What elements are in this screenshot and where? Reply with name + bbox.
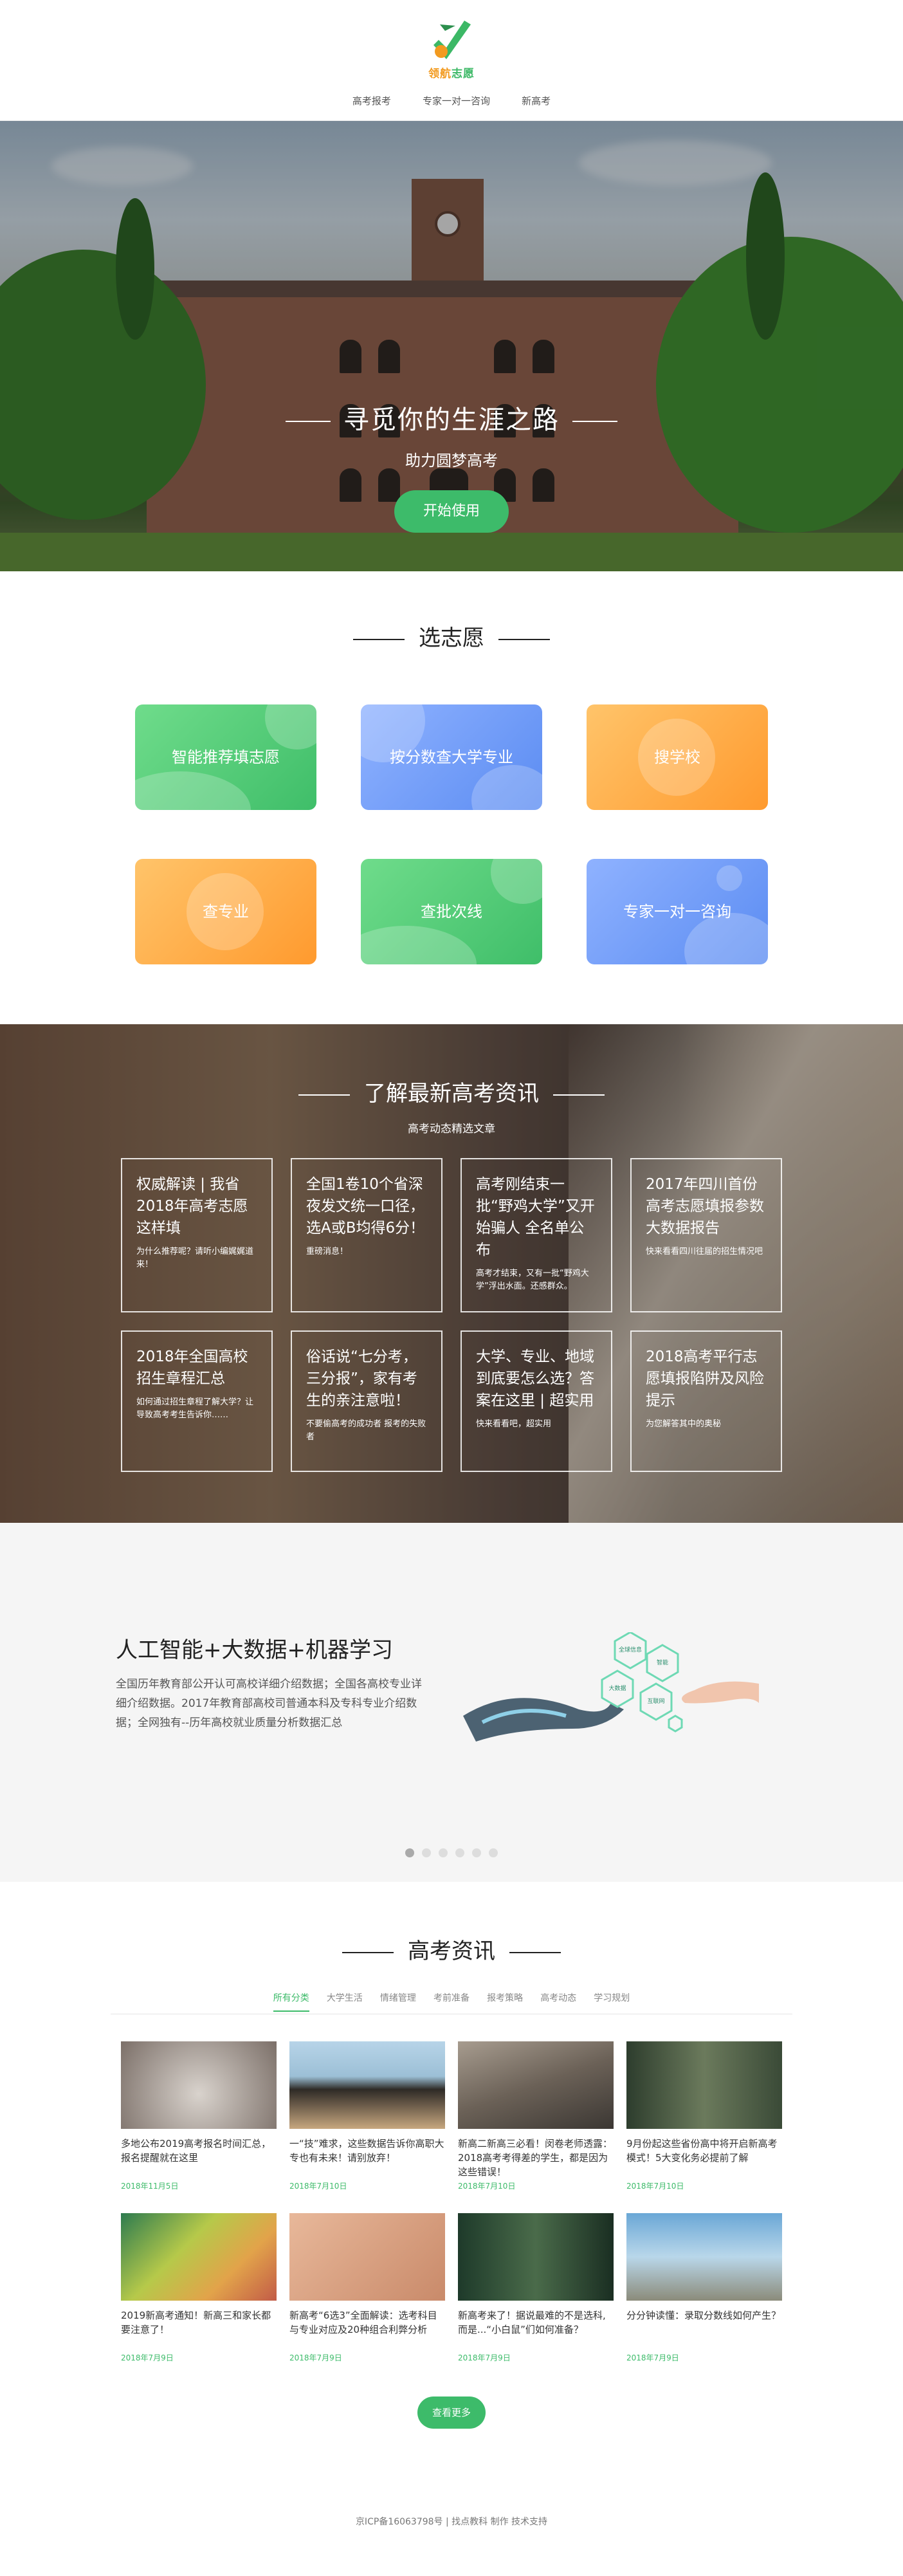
carousel-dot[interactable] — [439, 1848, 448, 1857]
news-section: 了解最新高考资讯 高考动态精选文章 权威解读 | 我省2018年高考志愿这样填为… — [0, 1024, 903, 1523]
footer-text: 京ICP备16063798号 | 找点教科 制作 技术支持 — [355, 2517, 548, 2527]
tab-news[interactable]: 高考动态 — [540, 1991, 576, 2010]
start-button[interactable]: 开始使用 — [394, 490, 509, 533]
tab-study-plan[interactable]: 学习规划 — [594, 1991, 630, 2010]
article-card[interactable]: 一“技”难求，这些数据告诉你高职大专也有未来！请别放弃！ 2018年7月10日 — [289, 2041, 445, 2191]
svg-text:互联网: 互联网 — [647, 1698, 664, 1705]
category-tabs: 所有分类 大学生活 情绪管理 考前准备 报考策略 高考动态 学习规划 — [111, 1991, 792, 2014]
footer: 京ICP备16063798号 | 找点教科 制作 技术支持 — [0, 2512, 903, 2576]
hero-banner: 寻觅你的生涯之路 助力圆梦高考 开始使用 — [0, 121, 903, 571]
article-thumbnail — [121, 2041, 277, 2129]
articles-section: 高考资讯 所有分类 大学生活 情绪管理 考前准备 报考策略 高考动态 学习规划 … — [0, 1882, 903, 2512]
tab-exam-prep[interactable]: 考前准备 — [433, 1991, 470, 2010]
logo-text: 领航志愿 — [428, 68, 475, 80]
article-card[interactable]: 分分钟读懂：录取分数线如何产生？ 2018年7月9日 — [626, 2213, 782, 2363]
article-thumbnail — [458, 2041, 614, 2129]
ai-description: 全国历年教育部公开认可高校详细介绍数据；全国各高校专业详细介绍数据。2017年教… — [116, 1678, 422, 1729]
view-more-button[interactable]: 查看更多 — [417, 2397, 486, 2429]
article-card[interactable]: 新高考来了！据说最难的不是选科,而是...“小白鼠”们如何准备？ 2018年7月9… — [458, 2213, 614, 2363]
article-thumbnail — [458, 2213, 614, 2301]
carousel-dot[interactable] — [472, 1848, 481, 1857]
carousel-dot[interactable] — [422, 1848, 431, 1857]
tab-emotion[interactable]: 情绪管理 — [380, 1991, 416, 2010]
news-item[interactable]: 高考刚结束一批“野鸡大学”又开始骗人 全名单公布 高考才结束，又有一批“野鸡大学”… — [461, 1158, 612, 1312]
article-card[interactable]: 2019新高考通知！新高三和家长都要注意了！ 2018年7月9日 — [121, 2213, 277, 2363]
news-item[interactable]: 全国1卷10个省深夜发文统一口径，选A或B均得6分！ 重磅消息！ — [291, 1158, 442, 1312]
robot-hand-illustration: 全球信息 智能 大数据 互联网 — [463, 1632, 759, 1742]
tab-college-life[interactable]: 大学生活 — [327, 1991, 363, 2010]
article-thumbnail — [289, 2041, 445, 2129]
article-thumbnail — [626, 2041, 782, 2129]
logo-check-icon — [433, 21, 471, 59]
svg-text:全球信息: 全球信息 — [619, 1646, 642, 1653]
news-item[interactable]: 2017年四川首份高考志愿填报参数大数据报告 快来看看四川往届的招生情况吧 — [630, 1158, 782, 1312]
carousel-dots — [0, 1848, 903, 1860]
card-search-school[interactable]: 搜学校 — [587, 704, 768, 810]
main-nav: 高考报考 专家一对一咨询 新高考 — [0, 94, 903, 107]
svg-text:智能: 智能 — [657, 1659, 668, 1666]
svg-text:大数据: 大数据 — [608, 1684, 626, 1692]
news-item[interactable]: 大学、专业、地域到底要怎么选？答案在这里 | 超实用 快来看看吧，超实用 — [461, 1330, 612, 1472]
carousel-dot[interactable] — [489, 1848, 498, 1857]
news-item[interactable]: 2018年全国高校招生章程汇总 如何通过招生章程了解大学？让导致高考考生告诉你…… — [121, 1330, 273, 1472]
card-expert-consult[interactable]: 专家一对一咨询 — [587, 859, 768, 964]
ai-section: 人工智能+大数据+机器学习 全国历年教育部公开认可高校详细介绍数据；全国各高校专… — [0, 1523, 903, 1882]
tab-all[interactable]: 所有分类 — [273, 1991, 309, 2012]
news-subtitle: 高考动态精选文章 — [408, 1123, 495, 1136]
card-smart-recommend[interactable]: 智能推荐填志愿 — [135, 704, 316, 810]
articles-title: 高考资讯 — [0, 1933, 903, 1965]
article-thumbnail — [626, 2213, 782, 2301]
article-card[interactable]: 新高考“6选3”全面解读：选考科目与专业对应及20种组合利弊分析 2018年7月9… — [289, 2213, 445, 2363]
card-score-search[interactable]: 按分数查大学专业 — [361, 704, 542, 810]
card-batch-line[interactable]: 查批次线 — [361, 859, 542, 964]
tab-strategy[interactable]: 报考策略 — [487, 1991, 523, 2010]
ai-title: 人工智能+大数据+机器学习 — [116, 1637, 393, 1663]
article-card[interactable]: 新高二新高三必看！闵卷老师透露：2018高考考得差的学生，都是因为这些错误！ 20… — [458, 2041, 614, 2191]
volunteer-title: 选志愿 — [0, 620, 903, 652]
carousel-dot[interactable] — [405, 1848, 414, 1857]
nav-gaokao-baokao[interactable]: 高考报考 — [352, 94, 391, 107]
article-card[interactable]: 多地公布2019高考报名时间汇总，报名提醒就在这里 2018年11月5日 — [121, 2041, 277, 2191]
news-item[interactable]: 权威解读 | 我省2018年高考志愿这样填 为什么推荐呢？请听小编娓娓道来！ — [121, 1158, 273, 1312]
article-thumbnail — [289, 2213, 445, 2301]
news-item[interactable]: 俗话说“七分考，三分报”，家有考生的亲注意啦！ 不要偷高考的成功者 报考的失败者 — [291, 1330, 442, 1472]
news-title: 了解最新高考资讯 — [0, 1076, 903, 1107]
news-item[interactable]: 2018高考平行志愿填报陷阱及风险提示 为您解答其中的奥秘 — [630, 1330, 782, 1472]
logo[interactable]: 领航志愿 — [406, 12, 497, 82]
nav-new-gaokao[interactable]: 新高考 — [522, 94, 551, 107]
article-thumbnail — [121, 2213, 277, 2301]
hero-subtitle: 助力圆梦高考 — [405, 452, 498, 470]
site-header: 领航志愿 高考报考 专家一对一咨询 新高考 — [0, 0, 903, 121]
article-card[interactable]: 9月份起这些省份高中将开启新高考模式！5大变化务必提前了解 2018年7月10日 — [626, 2041, 782, 2191]
carousel-dot[interactable] — [455, 1848, 464, 1857]
card-search-major[interactable]: 查专业 — [135, 859, 316, 964]
nav-expert-consult[interactable]: 专家一对一咨询 — [423, 94, 490, 107]
hero-title: 寻觅你的生涯之路 — [0, 399, 903, 436]
